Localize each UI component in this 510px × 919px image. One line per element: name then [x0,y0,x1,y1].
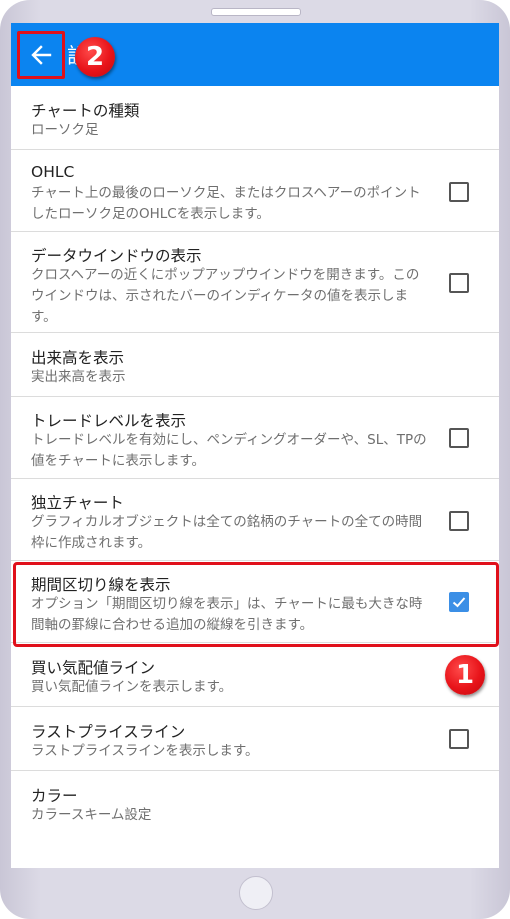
setting-description: トレードレベルを有効にし、ペンディングオーダーや、SL、TPの値をチャートに表示… [31,432,427,469]
setting-independent-chart[interactable]: 独立チャート グラフィカルオブジェクトは全ての銘柄のチャートの全ての時間枠に作成… [11,479,499,561]
setting-title: ラストプライスライン [31,723,186,741]
setting-description: ラストプライスラインを表示します。 [31,743,259,759]
setting-ohlc[interactable]: OHLC チャート上の最後のローソク足、またはクロスヘアーのポイントしたローソク… [11,150,499,232]
period-separators-checkbox[interactable] [449,592,469,612]
setting-title: 期間区切り線を表示 [31,576,171,594]
back-button[interactable] [17,31,65,79]
setting-description: 実出来高を表示 [31,369,126,385]
setting-title: OHLC [31,163,75,181]
setting-title: 出来高を表示 [31,349,125,367]
setting-description: クロスヘアーの近くにポップアップウインドウを開きます。このウインドウは、示された… [31,267,420,325]
data-window-checkbox[interactable] [449,273,469,293]
setting-title: 独立チャート [31,494,124,512]
setting-description: ローソク足 [31,122,99,138]
setting-colors[interactable]: カラー カラースキーム設定 [11,771,499,835]
arrow-left-icon [31,45,52,65]
setting-last-price-line[interactable]: ラストプライスライン ラストプライスラインを表示します。 [11,707,499,771]
annotation-badge-1: 1 [445,655,485,695]
setting-period-separators[interactable]: 期間区切り線を表示 オプション「期間区切り線を表示」は、チャートに最も大きな時間… [11,561,499,643]
setting-chart-type[interactable]: チャートの種類 ローソク足 [11,86,499,150]
checkmark-icon [452,597,466,608]
independent-chart-checkbox[interactable] [449,511,469,531]
setting-trade-levels[interactable]: トレードレベルを表示 トレードレベルを有効にし、ペンディングオーダーや、SL、T… [11,397,499,479]
setting-description: カラースキーム設定 [31,807,152,823]
setting-description: 買い気配値ラインを表示します。 [31,679,233,695]
setting-title: 買い気配値ライン [31,659,156,677]
setting-data-window[interactable]: データウインドウの表示 クロスヘアーの近くにポップアップウインドウを開きます。こ… [11,232,499,333]
last-price-line-checkbox[interactable] [449,729,469,749]
setting-description: チャート上の最後のローソク足、またはクロスヘアーのポイントしたローソク足のOHL… [31,185,421,222]
home-button[interactable] [239,876,273,910]
setting-description: オプション「期間区切り線を表示」は、チャートに最も大きな時間軸の罫線に合わせる追… [31,596,423,633]
setting-title: データウインドウの表示 [31,247,202,265]
ohlc-checkbox[interactable] [449,182,469,202]
setting-title: トレードレベルを表示 [31,412,187,430]
screen: 設定 チャートの種類 ローソク足 OHLC チャート上の最後のローソク足、または… [11,23,499,868]
phone-frame: 設定 チャートの種類 ローソク足 OHLC チャート上の最後のローソク足、または… [0,0,510,919]
settings-list: チャートの種類 ローソク足 OHLC チャート上の最後のローソク足、またはクロス… [11,86,499,835]
setting-title: カラー [31,787,78,805]
setting-description: グラフィカルオブジェクトは全ての銘柄のチャートの全ての時間枠に作成されます。 [31,514,423,551]
phone-speaker [211,8,301,16]
setting-volume[interactable]: 出来高を表示 実出来高を表示 [11,333,499,397]
annotation-badge-2: 2 [75,37,115,77]
trade-levels-checkbox[interactable] [449,428,469,448]
setting-bid-line[interactable]: 買い気配値ライン 買い気配値ラインを表示します。 [11,643,499,707]
setting-title: チャートの種類 [31,102,140,120]
